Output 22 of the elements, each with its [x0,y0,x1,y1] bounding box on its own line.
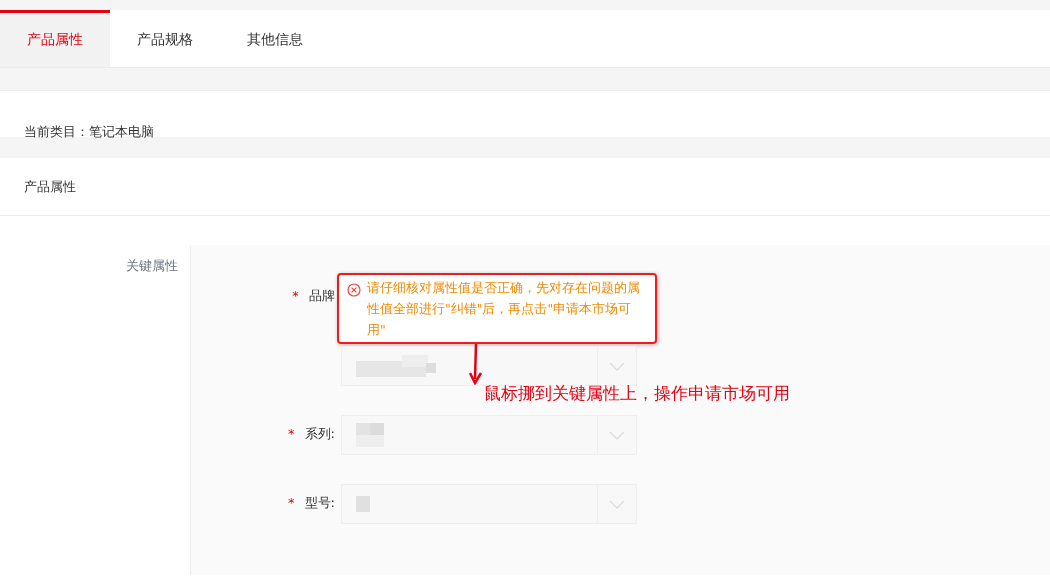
required-mark: * [287,426,295,441]
field-label: 系列: [304,426,335,441]
blurred-value-drawing [356,423,384,447]
chevron-down-icon [609,430,625,440]
error-icon [347,283,361,297]
required-mark: * [292,288,299,303]
blurred-value-drawing [356,496,370,512]
select-field[interactable] [341,346,637,386]
error-message: 请仔细核对属性值是否正确，先对存在问题的属性值全部进行"纠错"后，再点击"申请本市场可用" [367,279,641,339]
annotation-text: 鼠标挪到关键属性上，操作申请市场可用 [484,382,790,405]
current-category-text: 当前类目：笔记本电脑 [24,123,154,141]
arrow-annotation [469,343,483,385]
tab[interactable]: 产品属性 [0,10,110,67]
select-field[interactable] [341,415,637,455]
field-label: 型号: [304,495,335,510]
chevron-down-icon [609,361,625,371]
chevron-down-icon [609,499,625,509]
section-title: 产品属性 [24,177,76,196]
group-label: 关键属性 [126,258,178,273]
field-label: 品牌 [309,288,335,303]
required-mark: * [287,495,295,510]
select-field[interactable] [341,484,637,524]
